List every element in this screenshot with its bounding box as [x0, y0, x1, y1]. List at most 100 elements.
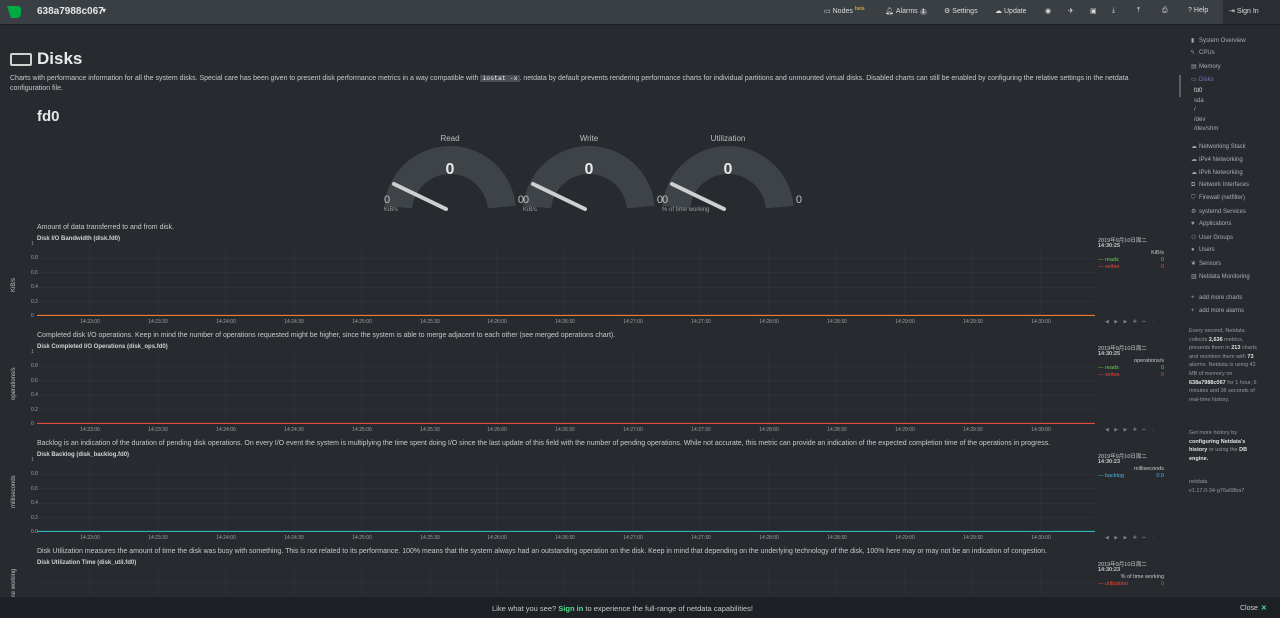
x-tick-label: 14:25:00 — [352, 535, 372, 541]
legend-dash-icon: — — [1098, 257, 1106, 263]
sidebar-item-systemd-services[interactable]: ⚙ systemd Services — [1191, 208, 1246, 215]
sidebar-item-networking-stack[interactable]: ☁ Networking Stack — [1191, 143, 1246, 150]
chevron-down-icon[interactable]: ▾ — [102, 6, 106, 15]
gear-icon: ⚙ — [944, 8, 951, 15]
chart-description: Backlog is an indication of the duration… — [37, 440, 1051, 447]
add-more-charts-link[interactable]: + add more charts — [1191, 295, 1242, 301]
x-tick-label: 14:30:00 — [1031, 535, 1051, 541]
x-tick-label: 14:29:30 — [963, 535, 983, 541]
gauge-title: Write — [579, 134, 599, 143]
nodes-button[interactable]: ▭ Nodes beta — [824, 6, 865, 15]
hostname-menu[interactable]: 638a7988c067 — [37, 6, 104, 17]
x-tick-label: 14:26:00 — [487, 319, 507, 325]
legend-time: 14:30:25 — [1098, 351, 1121, 357]
sidebar-item-cpus[interactable]: ϟ CPUs — [1191, 50, 1215, 56]
legend-dimension[interactable]: — reads 0 — [1098, 257, 1164, 263]
chart-plot-area[interactable] — [37, 244, 1095, 316]
gauge-read[interactable]: Read 0 0 0 KiB/s — [380, 134, 524, 229]
legend-dash-icon: — — [1098, 581, 1106, 587]
netdata-logo-icon[interactable] — [6, 5, 22, 19]
sidebar-item-system-overview[interactable]: ▮ System Overview — [1191, 37, 1246, 44]
question-icon: ? — [1188, 7, 1192, 14]
x-tick-label: 14:27:30 — [691, 427, 711, 433]
chart-title: Disk Completed I/O Operations (disk_ops.… — [37, 344, 168, 350]
legend-unit: milliseconds — [1134, 466, 1164, 472]
help-button[interactable]: ? Help — [1188, 7, 1208, 14]
add-more-alarms-link[interactable]: + add more alarms — [1191, 308, 1244, 314]
sign-in-button[interactable]: ⇥ Sign In — [1223, 0, 1280, 24]
github-icon[interactable]: ◉ — [1045, 7, 1051, 15]
sidebar-item-disks[interactable]: ▭ Disks — [1191, 76, 1214, 83]
sidebar-item-ipv4-networking[interactable]: ☁ IPv4 Networking — [1191, 156, 1243, 163]
download-icon[interactable]: ⤓ — [1112, 7, 1115, 15]
sidebar-item-user-groups[interactable]: ⚇ User Groups — [1191, 234, 1233, 241]
sidebar-subitem[interactable]: / — [1194, 107, 1196, 113]
gauge-unit: KiB/s — [384, 207, 399, 213]
x-tick-label: 14:26:00 — [487, 535, 507, 541]
chart-plot-area[interactable] — [37, 460, 1095, 532]
gauge-arc — [523, 146, 655, 211]
bookmark-icon: ▮ — [1191, 38, 1195, 44]
chart-toolbox[interactable]: ◀ ▶ ▶ ✚ ━ ⋮ — [1105, 427, 1158, 433]
x-tick-label: 14:24:00 — [216, 319, 236, 325]
chart-title: Disk Utilization Time (disk_util.fd0) — [37, 560, 137, 566]
x-tick-label: 14:24:30 — [284, 427, 304, 433]
alarms-button[interactable]: 🔔︎ Alarms 1 — [885, 7, 927, 15]
gauge-value: 0 — [584, 161, 594, 178]
x-tick-label: 14:23:30 — [148, 535, 168, 541]
sidebar-item-network-interfaces[interactable]: ⧉ Network Interfaces — [1191, 182, 1249, 189]
x-tick-label: 14:28:00 — [759, 427, 779, 433]
sign-in-link[interactable]: Sign in — [558, 604, 583, 613]
x-tick-label: 14:27:30 — [691, 535, 711, 541]
bar-chart-icon: ▥ — [1191, 274, 1197, 280]
x-tick-label: 14:25:30 — [420, 535, 440, 541]
legend-dimension[interactable]: — utilization 0 — [1098, 581, 1164, 587]
sitemap-icon: ⧉ — [1191, 182, 1196, 188]
chart-toolbox[interactable]: ◀ ▶ ▶ ✚ ━ ⋮ — [1105, 319, 1158, 325]
x-tick-label: 14:23:30 — [148, 427, 168, 433]
sidebar-item-firewall-netfilter-[interactable]: ⛉ Firewall (netfilter) — [1191, 195, 1245, 202]
sidebar-item-netdata-monitoring[interactable]: ▥ Netdata Monitoring — [1191, 273, 1250, 280]
x-tick-label: 14:28:30 — [827, 535, 847, 541]
legend-dimension[interactable]: — reads 0 — [1098, 365, 1164, 371]
sidebar-item-ipv6-networking[interactable]: ☁ IPv6 Networking — [1191, 169, 1243, 176]
sidebar-subitem[interactable]: fd0 — [1194, 88, 1202, 94]
x-tick-label: 14:23:00 — [80, 319, 100, 325]
leaf-icon: ❦ — [1191, 261, 1197, 267]
settings-button[interactable]: ⚙ Settings — [944, 7, 978, 15]
close-banner-button[interactable]: Close ✕ — [1240, 604, 1267, 612]
chart-plot-area[interactable] — [37, 352, 1095, 424]
twitter-icon[interactable]: ✈ — [1068, 7, 1074, 15]
monitor-icon: ▭ — [824, 8, 831, 15]
gauge-min: 0 — [523, 194, 530, 206]
section-intro: Charts with performance information for … — [10, 75, 1129, 92]
sidebar-item-memory[interactable]: ▤ Memory — [1191, 63, 1221, 70]
legend-time: 14:30:25 — [1098, 243, 1121, 249]
bolt-icon: ϟ — [1191, 50, 1195, 56]
legend-dimension[interactable]: — writes 0 — [1098, 264, 1164, 270]
x-tick-label: 14:25:30 — [420, 427, 440, 433]
chart-y-label: KiB/s — [11, 277, 17, 292]
gauge-write[interactable]: Write 0 0 0 KiB/s — [519, 134, 663, 229]
sidebar-subitem[interactable]: sda — [1194, 98, 1204, 104]
gauge-utilization[interactable]: Utilization 0 0 0% of time working — [658, 134, 802, 229]
sidebar-item-users[interactable]: ● Users — [1191, 247, 1215, 253]
cloud-icon: ☁ — [1191, 144, 1197, 150]
upload-icon[interactable]: ⤒ — [1137, 7, 1140, 15]
chart-plot-area[interactable] — [37, 568, 1095, 596]
legend-dimension[interactable]: — backlog 0.0 — [1098, 473, 1164, 479]
legend-dim-name: reads — [1105, 365, 1119, 371]
chart-toolbox[interactable]: ◀ ▶ ▶ ✚ ━ ⋮ — [1105, 535, 1158, 541]
print-icon[interactable]: ⎙ — [1162, 7, 1168, 15]
bell-icon: 🔔︎ — [885, 8, 894, 15]
facebook-icon[interactable]: ▣ — [1090, 7, 1097, 15]
sidebar-item-sensors[interactable]: ❦ Sensors — [1191, 260, 1221, 267]
x-tick-label: 14:30:00 — [1031, 319, 1051, 325]
sidebar-item-applications[interactable]: ♥ Applications — [1191, 221, 1231, 227]
legend-dimension[interactable]: — writes 0 — [1098, 372, 1164, 378]
gauge-arc — [662, 146, 794, 211]
update-button[interactable]: ☁ Update — [995, 7, 1027, 15]
sidebar-subitem[interactable]: /dev/shm — [1194, 126, 1218, 132]
sidebar-subitem[interactable]: /dev — [1194, 117, 1205, 123]
x-tick-label: 14:24:30 — [284, 319, 304, 325]
